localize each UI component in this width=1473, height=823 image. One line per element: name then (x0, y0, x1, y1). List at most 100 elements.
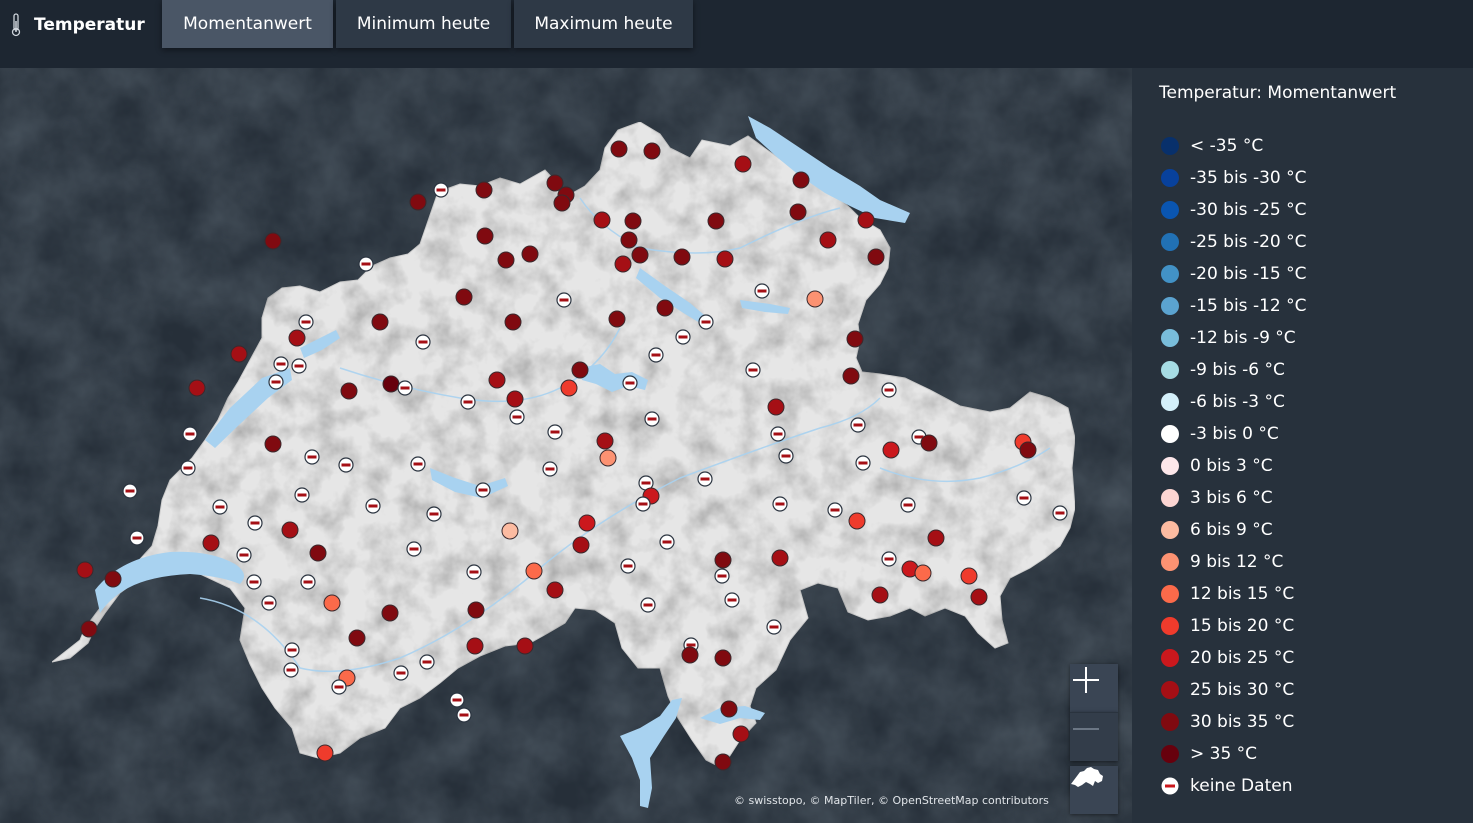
station-marker-no-data[interactable] (180, 460, 196, 476)
station-marker-no-data[interactable] (542, 461, 558, 477)
station-marker[interactable] (767, 398, 785, 416)
station-marker[interactable] (643, 142, 661, 160)
station-marker-no-data[interactable] (283, 662, 299, 678)
reset-view-button[interactable] (1070, 766, 1118, 814)
station-marker-no-data[interactable] (246, 574, 262, 590)
map-attribution[interactable]: © swisstopo, © MapTiler, © OpenStreetMap… (734, 794, 1049, 807)
zoom-out-button[interactable] (1070, 712, 1118, 761)
station-marker-no-data[interactable] (648, 347, 664, 363)
station-marker-no-data[interactable] (1052, 505, 1068, 521)
station-marker[interactable] (867, 248, 885, 266)
station-marker-no-data[interactable] (182, 426, 198, 442)
station-marker[interactable] (857, 211, 875, 229)
station-marker[interactable] (842, 367, 860, 385)
station-marker[interactable] (593, 211, 611, 229)
station-marker[interactable] (599, 449, 617, 467)
station-marker-no-data[interactable] (415, 334, 431, 350)
station-marker[interactable] (382, 375, 400, 393)
station-marker[interactable] (927, 529, 945, 547)
station-marker-no-data[interactable] (556, 292, 572, 308)
station-marker-no-data[interactable] (772, 496, 788, 512)
station-marker[interactable] (819, 231, 837, 249)
station-marker[interactable] (714, 551, 732, 569)
station-marker-no-data[interactable] (778, 448, 794, 464)
station-marker-no-data[interactable] (620, 558, 636, 574)
station-marker-no-data[interactable] (855, 455, 871, 471)
station-marker-no-data[interactable] (850, 417, 866, 433)
station-marker-no-data[interactable] (365, 498, 381, 514)
station-marker-no-data[interactable] (449, 692, 465, 708)
station-marker[interactable] (504, 313, 522, 331)
station-marker[interactable] (264, 232, 282, 250)
station-marker-no-data[interactable] (291, 358, 307, 374)
station-marker-no-data[interactable] (273, 356, 289, 372)
station-marker[interactable] (371, 313, 389, 331)
station-marker[interactable] (323, 594, 341, 612)
station-marker[interactable] (288, 329, 306, 347)
station-marker[interactable] (488, 371, 506, 389)
station-marker-no-data[interactable] (1016, 490, 1032, 506)
station-marker-no-data[interactable] (122, 483, 138, 499)
station-marker[interactable] (960, 567, 978, 585)
station-marker[interactable] (455, 288, 473, 306)
station-marker-no-data[interactable] (635, 496, 651, 512)
station-marker[interactable] (553, 194, 571, 212)
station-marker[interactable] (525, 562, 543, 580)
station-marker[interactable] (230, 345, 248, 363)
station-marker[interactable] (720, 700, 738, 718)
station-marker-no-data[interactable] (304, 449, 320, 465)
station-marker[interactable] (871, 586, 889, 604)
station-marker[interactable] (914, 564, 932, 582)
station-marker[interactable] (656, 299, 674, 317)
station-marker[interactable] (920, 434, 938, 452)
station-marker[interactable] (610, 140, 628, 158)
map-view[interactable]: © swisstopo, © MapTiler, © OpenStreetMap… (0, 68, 1132, 823)
station-marker[interactable] (506, 390, 524, 408)
station-marker[interactable] (707, 212, 725, 230)
station-marker[interactable] (631, 246, 649, 264)
station-marker-no-data[interactable] (236, 547, 252, 563)
station-marker-no-data[interactable] (397, 380, 413, 396)
station-marker-no-data[interactable] (754, 283, 770, 299)
station-marker[interactable] (316, 744, 334, 762)
station-marker[interactable] (188, 379, 206, 397)
station-marker[interactable] (846, 330, 864, 348)
tab-minimum-heute[interactable]: Minimum heute (336, 0, 511, 48)
station-marker-no-data[interactable] (714, 568, 730, 584)
station-marker[interactable] (466, 637, 484, 655)
station-marker-no-data[interactable] (475, 482, 491, 498)
station-marker-no-data[interactable] (698, 314, 714, 330)
station-marker[interactable] (848, 512, 866, 530)
station-marker[interactable] (475, 181, 493, 199)
station-marker[interactable] (771, 549, 789, 567)
station-marker-no-data[interactable] (675, 329, 691, 345)
station-marker-no-data[interactable] (900, 497, 916, 513)
station-marker[interactable] (792, 171, 810, 189)
station-marker-no-data[interactable] (881, 382, 897, 398)
station-marker-no-data[interactable] (509, 409, 525, 425)
station-marker-no-data[interactable] (419, 654, 435, 670)
station-marker-no-data[interactable] (881, 551, 897, 567)
station-marker[interactable] (614, 255, 632, 273)
station-marker[interactable] (560, 379, 578, 397)
station-marker-no-data[interactable] (358, 256, 374, 272)
station-marker[interactable] (476, 227, 494, 245)
station-marker-no-data[interactable] (466, 564, 482, 580)
station-marker-no-data[interactable] (300, 574, 316, 590)
station-marker[interactable] (608, 310, 626, 328)
station-marker[interactable] (673, 248, 691, 266)
station-marker-no-data[interactable] (268, 374, 284, 390)
station-marker-no-data[interactable] (284, 642, 300, 658)
tab-momentanwert[interactable]: Momentanwert (162, 0, 333, 48)
station-marker[interactable] (546, 581, 564, 599)
station-marker[interactable] (340, 382, 358, 400)
station-marker-no-data[interactable] (212, 499, 228, 515)
station-marker[interactable] (202, 534, 220, 552)
station-marker[interactable] (467, 601, 485, 619)
station-marker[interactable] (264, 435, 282, 453)
station-marker[interactable] (681, 646, 699, 664)
station-marker[interactable] (497, 251, 515, 269)
station-marker-no-data[interactable] (640, 597, 656, 613)
station-marker-no-data[interactable] (406, 541, 422, 557)
station-marker-no-data[interactable] (294, 487, 310, 503)
